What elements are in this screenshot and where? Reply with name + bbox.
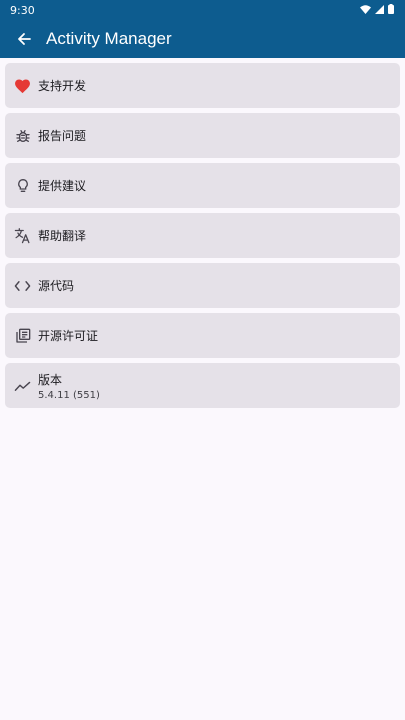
item-label: 支持开发 <box>38 79 87 93</box>
translate-item[interactable]: 帮助翻译 <box>5 213 400 258</box>
support-development-item[interactable]: 支持开发 <box>5 63 400 108</box>
item-label: 提供建议 <box>38 179 87 193</box>
page-title: Activity Manager <box>46 29 172 48</box>
code-icon <box>14 277 31 294</box>
translate-icon <box>14 227 31 244</box>
bug-icon <box>14 127 31 144</box>
item-label: 帮助翻译 <box>38 229 87 243</box>
suggest-item[interactable]: 提供建议 <box>5 163 400 208</box>
status-icons <box>360 3 394 17</box>
item-label: 源代码 <box>38 279 75 293</box>
report-issue-item[interactable]: 报告问题 <box>5 113 400 158</box>
trending-icon <box>14 377 31 394</box>
wifi-icon <box>360 4 371 17</box>
source-code-item[interactable]: 源代码 <box>5 263 400 308</box>
version-item[interactable]: 版本 5.4.11 (551) <box>5 363 400 408</box>
open-source-license-item[interactable]: 开源许可证 <box>5 313 400 358</box>
lightbulb-icon <box>14 177 31 194</box>
status-bar: 9:30 <box>0 0 405 20</box>
cell-signal-icon <box>375 4 384 17</box>
status-time: 9:30 <box>10 3 35 17</box>
about-list: 支持开发 报告问题 提供建议 帮助翻译 源代码 开源许可证 版本 5.4.11 … <box>0 58 405 408</box>
item-label: 报告问题 <box>38 129 87 143</box>
battery-icon <box>388 3 394 17</box>
heart-icon <box>14 77 31 94</box>
app-bar: Activity Manager <box>0 20 405 58</box>
version-text: 版本 5.4.11 (551) <box>38 371 100 401</box>
back-arrow-icon[interactable] <box>16 31 32 47</box>
version-number: 5.4.11 (551) <box>38 389 100 401</box>
item-label: 开源许可证 <box>38 329 99 343</box>
item-label: 版本 <box>38 372 63 387</box>
library-icon <box>14 327 31 344</box>
